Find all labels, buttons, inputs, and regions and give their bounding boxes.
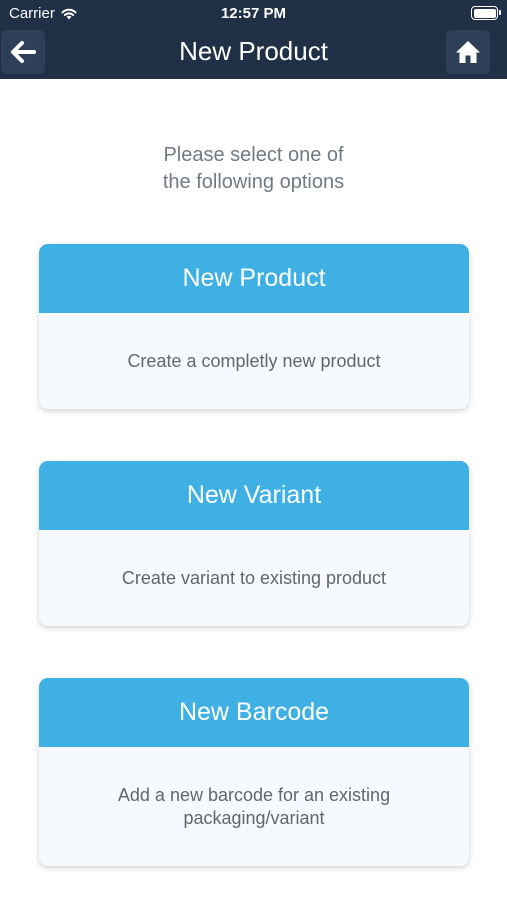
option-title: New Barcode <box>39 678 469 747</box>
battery-icon <box>471 6 501 20</box>
new-variant-option-card[interactable]: New Variant Create variant to existing p… <box>39 461 469 626</box>
option-title: New Product <box>39 244 469 313</box>
status-bar: Carrier 12:57 PM <box>0 0 507 28</box>
navigation-bar: Carrier 12:57 PM New Product <box>0 0 507 79</box>
page-title: New Product <box>179 36 328 66</box>
home-icon <box>456 41 480 63</box>
option-description: Create variant to existing product <box>121 567 387 588</box>
option-description: Create a completly new product <box>127 350 381 371</box>
new-product-option-card[interactable]: New Product Create a completly new produ… <box>39 244 469 409</box>
option-title: New Variant <box>39 461 469 530</box>
new-barcode-option-card[interactable]: New Barcode Add a new barcode for an exi… <box>39 678 469 866</box>
home-button[interactable] <box>446 30 490 74</box>
instruction-text: Please select one of the following optio… <box>162 144 345 193</box>
option-description: Add a new barcode for an existing packag… <box>117 784 391 828</box>
status-time: 12:57 PM <box>220 5 287 22</box>
